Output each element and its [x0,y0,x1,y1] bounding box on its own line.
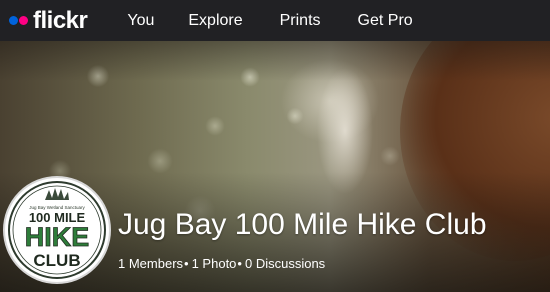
nav-link-prints[interactable]: Prints [280,0,321,41]
group-title: Jug Bay 100 Mile Hike Club [118,208,487,241]
members-count[interactable]: 1 Members [118,255,183,273]
nav-link-explore[interactable]: Explore [188,0,242,41]
top-nav: flickr You Explore Prints Get Pro [0,0,550,41]
cover-shade-top [0,41,550,81]
nav-link-get-pro[interactable]: Get Pro [358,0,413,41]
group-avatar[interactable]: Jug Bay Wetland Sanctuary 100 MILE HIKE … [3,176,111,284]
stats-separator: • [184,256,189,271]
logo-pink-dot [19,16,28,25]
logo-blue-dot [9,16,18,25]
photos-count[interactable]: 1 Photo [192,255,237,273]
discussions-count[interactable]: 0 Discussions [245,255,325,273]
badge-line-3: CLUB [33,251,80,270]
logo-wordmark: flickr [33,7,88,34]
stats-separator: • [237,256,242,271]
nav-links: You Explore Prints Get Pro [127,0,449,41]
group-stats: 1 Members • 1 Photo • 0 Discussions [118,255,325,273]
hike-club-badge-icon: Jug Bay Wetland Sanctuary 100 MILE HIKE … [8,181,106,279]
badge-line-2: HIKE [25,222,90,252]
nav-link-you[interactable]: You [127,0,154,41]
logo-dots-icon [9,16,28,25]
flickr-logo[interactable]: flickr [9,0,88,41]
